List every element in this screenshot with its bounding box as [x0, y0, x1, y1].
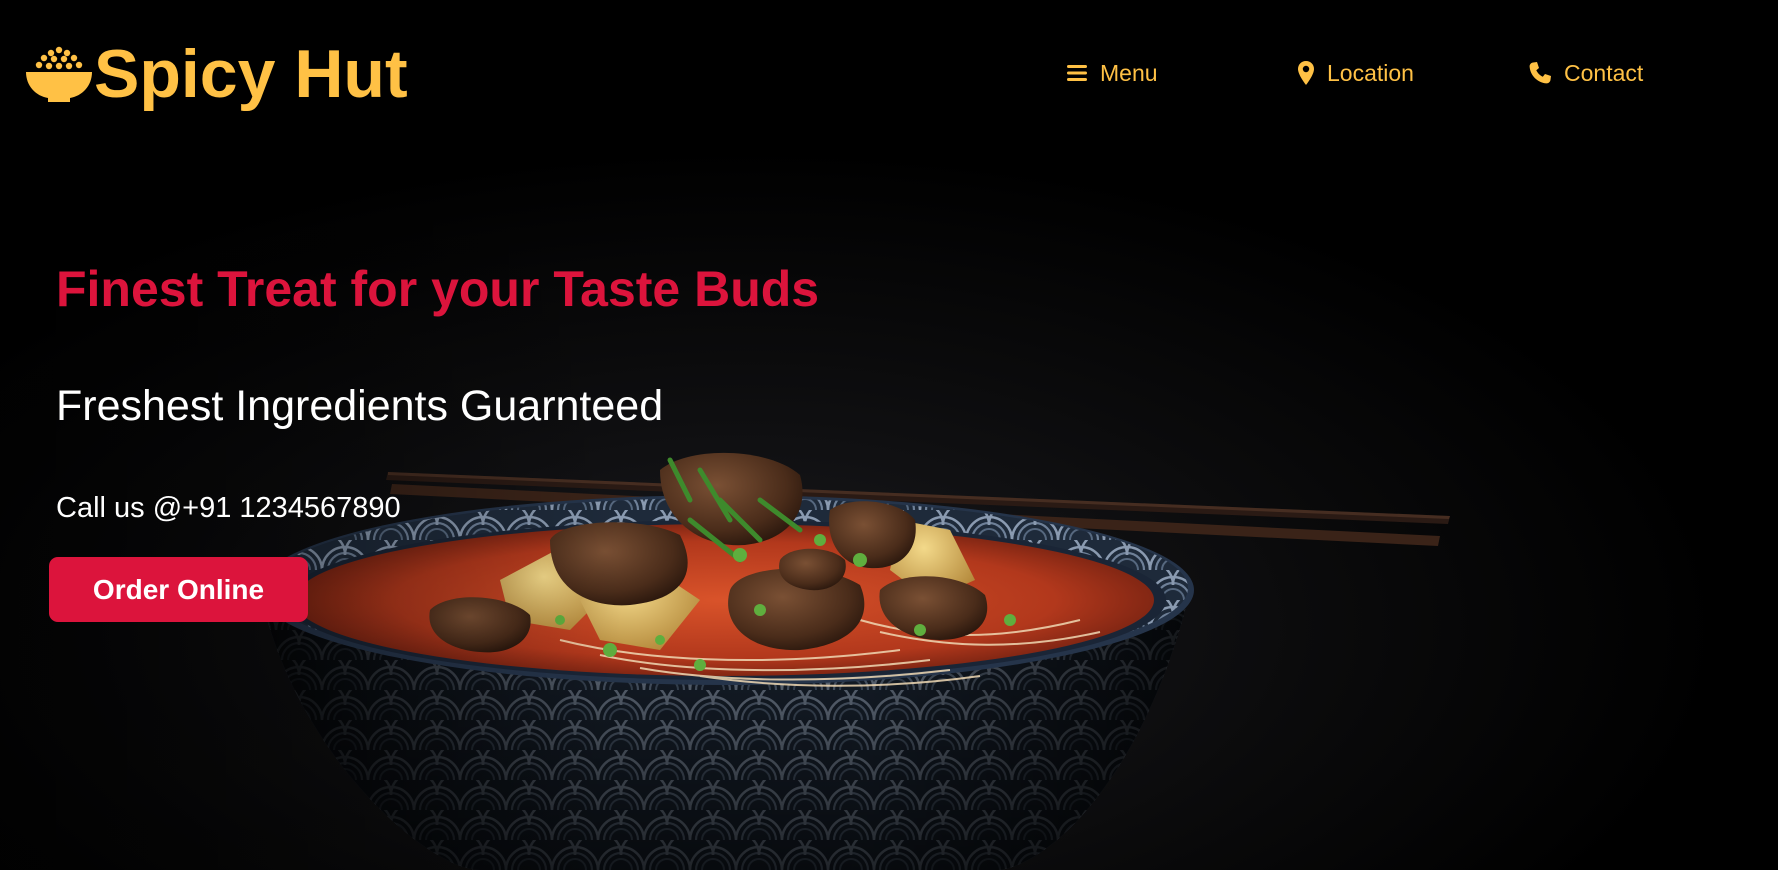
map-pin-icon: [1298, 61, 1314, 85]
call-us-text: Call us @+91 1234567890: [56, 492, 401, 524]
hero-subheadline: Freshest Ingredients Guarnteed: [56, 382, 664, 430]
nav-item-contact[interactable]: Contact: [1528, 56, 1643, 90]
phone-icon: [1529, 62, 1551, 84]
bars-icon: [1067, 65, 1087, 81]
nav-item-menu[interactable]: Menu: [1066, 56, 1158, 90]
hero-headline: Finest Treat for your Taste Buds: [56, 261, 820, 317]
nav-label-menu: Menu: [1100, 59, 1158, 86]
main-nav: Menu Location Contact: [0, 56, 1778, 90]
hero-food-image: [0, 0, 1778, 870]
nav-item-location[interactable]: Location: [1297, 56, 1414, 90]
nav-label-contact: Contact: [1564, 59, 1644, 86]
order-online-button[interactable]: Order Online: [49, 557, 308, 622]
landing-page: Spicy Hut Menu Location Contact Finest T…: [0, 0, 1778, 870]
nav-label-location: Location: [1327, 59, 1414, 86]
